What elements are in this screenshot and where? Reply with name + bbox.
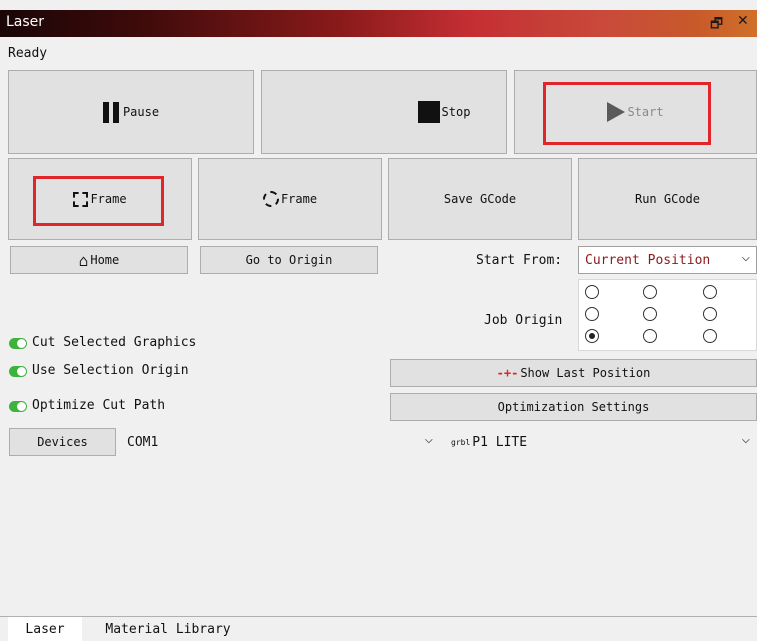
bottom-tab-bar: Laser Material Library bbox=[0, 616, 757, 641]
tab-laser[interactable]: Laser bbox=[8, 617, 82, 641]
run-gcode-label: Run GCode bbox=[634, 192, 701, 206]
optimization-settings-label: Optimization Settings bbox=[497, 400, 650, 414]
tab-material-library-label: Material Library bbox=[105, 621, 231, 637]
go-to-origin-label: Go to Origin bbox=[245, 253, 333, 267]
optimization-settings-button[interactable]: Optimization Settings bbox=[390, 393, 757, 421]
job-origin-radio-top-left[interactable] bbox=[585, 285, 599, 299]
frame-circle-label: Frame bbox=[280, 192, 318, 206]
start-from-select[interactable]: Current Position ⌵ bbox=[578, 246, 757, 274]
stop-label: Stop bbox=[441, 105, 471, 119]
stop-icon bbox=[417, 101, 440, 123]
status-text: Ready bbox=[8, 46, 48, 61]
optimize-cut-path-label: Optimize Cut Path bbox=[32, 398, 166, 413]
pause-label: Pause bbox=[122, 105, 160, 119]
pause-icon bbox=[102, 101, 119, 123]
title-bar: Laser 🗗 ✕ bbox=[0, 10, 757, 37]
tab-laser-label: Laser bbox=[25, 621, 65, 637]
show-last-position-button[interactable]: -+- Show Last Position bbox=[390, 359, 757, 387]
port-select[interactable]: COM1 ⌵ bbox=[122, 428, 440, 456]
start-from-label: Start From: bbox=[476, 253, 563, 268]
job-origin-radio-middle-right[interactable] bbox=[703, 307, 717, 321]
devices-label: Devices bbox=[37, 435, 88, 449]
highlight-box-start bbox=[543, 82, 711, 145]
frame-circle-button[interactable]: Frame bbox=[198, 158, 382, 240]
job-origin-radio-middle-left[interactable] bbox=[585, 307, 599, 321]
save-gcode-button[interactable]: Save GCode bbox=[388, 158, 572, 240]
highlight-box-frame bbox=[33, 176, 164, 226]
run-gcode-button[interactable]: Run GCode bbox=[578, 158, 757, 240]
frame-circle-icon bbox=[262, 191, 279, 207]
close-icon[interactable]: ✕ bbox=[737, 13, 749, 29]
job-origin-radio-top-center[interactable] bbox=[643, 285, 657, 299]
chevron-down-icon: ⌵ bbox=[424, 431, 433, 447]
pause-button[interactable]: Pause bbox=[8, 70, 254, 154]
grbl-icon: grbl bbox=[451, 437, 471, 447]
home-label: Home bbox=[90, 253, 120, 267]
cut-selected-toggle[interactable] bbox=[9, 338, 27, 349]
restore-icon[interactable]: 🗗 bbox=[710, 13, 723, 37]
window-title: Laser bbox=[6, 14, 45, 30]
chevron-down-icon: ⌵ bbox=[741, 431, 750, 447]
use-selection-origin-toggle[interactable] bbox=[9, 366, 27, 377]
tab-material-library[interactable]: Material Library bbox=[88, 617, 248, 641]
save-gcode-label: Save GCode bbox=[443, 192, 517, 206]
home-button[interactable]: ⌂ Home bbox=[10, 246, 188, 274]
device-value: P1 LITE bbox=[472, 434, 528, 450]
job-origin-radio-bottom-left[interactable] bbox=[585, 329, 599, 343]
job-origin-grid bbox=[578, 279, 757, 351]
job-origin-radio-bottom-right[interactable] bbox=[703, 329, 717, 343]
use-selection-origin-label: Use Selection Origin bbox=[32, 363, 189, 378]
device-select[interactable]: grbl P1 LITE ⌵ bbox=[446, 428, 757, 456]
job-origin-radio-middle-center[interactable] bbox=[643, 307, 657, 321]
cut-selected-label: Cut Selected Graphics bbox=[32, 335, 197, 350]
devices-button[interactable]: Devices bbox=[9, 428, 116, 456]
port-value: COM1 bbox=[127, 434, 159, 450]
job-origin-radio-bottom-center[interactable] bbox=[643, 329, 657, 343]
show-last-position-label: Show Last Position bbox=[520, 366, 651, 380]
job-origin-label: Job Origin bbox=[484, 313, 563, 328]
go-to-origin-button[interactable]: Go to Origin bbox=[200, 246, 378, 274]
job-origin-radio-top-right[interactable] bbox=[703, 285, 717, 299]
optimize-cut-path-toggle[interactable] bbox=[9, 401, 27, 412]
crosshair-icon: -+- bbox=[496, 366, 519, 380]
start-from-value: Current Position bbox=[585, 252, 711, 268]
home-icon: ⌂ bbox=[78, 250, 89, 270]
stop-button[interactable]: Stop bbox=[261, 70, 507, 154]
chevron-down-icon: ⌵ bbox=[741, 249, 750, 265]
